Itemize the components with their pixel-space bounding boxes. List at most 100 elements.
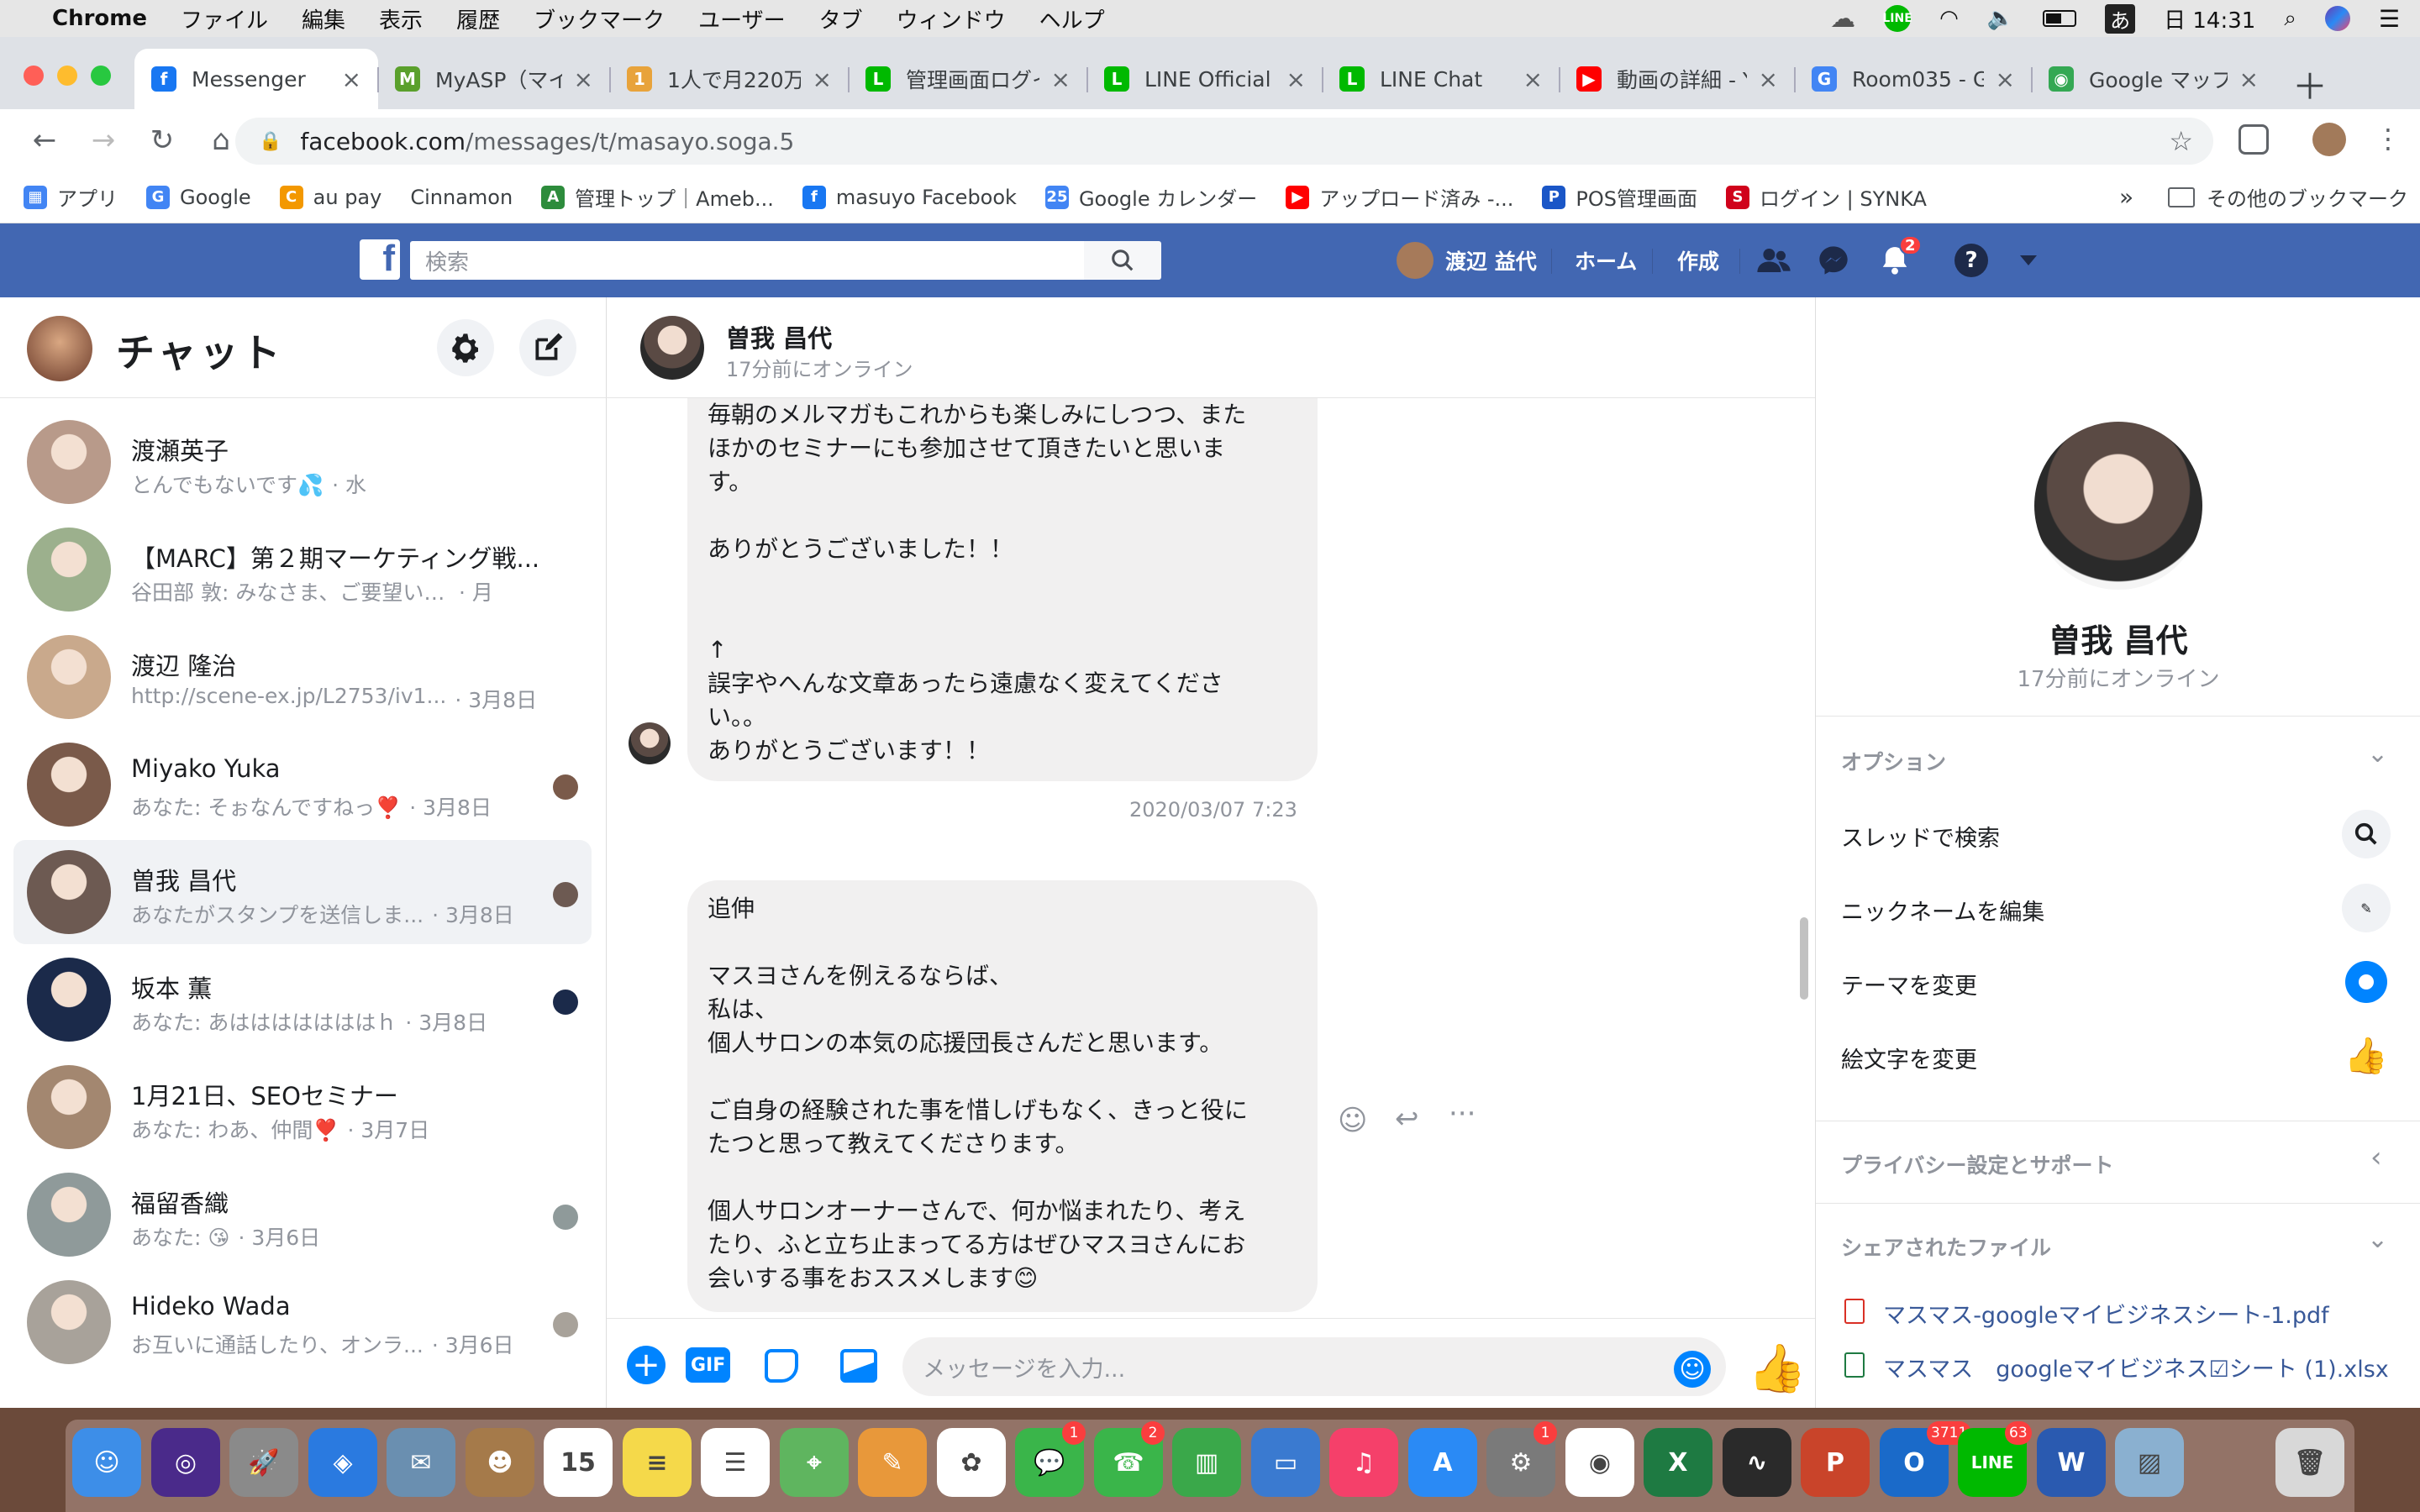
scrollbar-thumb[interactable]: [1800, 917, 1808, 1000]
bookmark-star-icon[interactable]: ☆: [2169, 125, 2193, 157]
menu-bookmarks[interactable]: ブックマーク: [534, 3, 665, 34]
chevron-down-icon[interactable]: ⌄: [2367, 739, 2388, 769]
extension-icon[interactable]: [2238, 124, 2269, 155]
wifi-icon[interactable]: ◠: [1939, 6, 1959, 31]
react-emoji-icon[interactable]: ☺: [1338, 1104, 1367, 1137]
thumbs-up-icon[interactable]: 👍: [2342, 1032, 2391, 1080]
fb-create-link[interactable]: 作成: [1677, 244, 1719, 277]
browser-tab[interactable]: L 管理画面ログイ ×: [849, 49, 1087, 109]
theme-color-icon[interactable]: [2342, 958, 2391, 1006]
tab-close-icon[interactable]: ×: [1759, 66, 1778, 93]
message-bubble[interactable]: 追伸 マスヨさんを例えるならば、 私は、 個人サロンの本気の応援団長さんだと思います。…: [687, 880, 1318, 1312]
menu-file[interactable]: ファイル: [181, 3, 268, 34]
conversation-item[interactable]: 【MARC】第２期マーケティング戦... 谷田部 敦: みなさま、ご要望いた...…: [13, 517, 592, 622]
info-avatar[interactable]: [2034, 422, 2202, 590]
message-list[interactable]: 毎朝のメルマガもこれからも楽しみにしつつ、また ほかのセミナーにも参加させて頂きた…: [607, 398, 1815, 1318]
dock-calendar-icon[interactable]: 15: [544, 1428, 613, 1497]
new-tab-button[interactable]: ＋: [2292, 59, 2328, 110]
bookmark-item[interactable]: f masuyo Facebook: [802, 185, 1017, 209]
menu-window[interactable]: ウィンドウ: [897, 3, 1006, 34]
dock-chrome-icon[interactable]: ◉: [1565, 1428, 1634, 1497]
pencil-icon[interactable]: ✎: [2342, 884, 2391, 932]
dock-keynote-icon[interactable]: ▭: [1251, 1428, 1320, 1497]
spotlight-icon[interactable]: ⌕: [2284, 6, 2296, 32]
chevron-down-icon[interactable]: ⌄: [2367, 1225, 2388, 1254]
message-bubble[interactable]: 毎朝のメルマガもこれからも楽しみにしつつ、また ほかのセミナーにも参加させて頂きた…: [687, 398, 1318, 781]
option-search-thread[interactable]: スレッドで検索: [1841, 820, 2000, 853]
menu-view[interactable]: 表示: [379, 3, 423, 34]
options-section-title[interactable]: オプション: [1841, 746, 1946, 776]
bookmark-item[interactable]: P POS管理画面: [1542, 182, 1697, 212]
photo-icon[interactable]: [840, 1349, 877, 1383]
conversation-item[interactable]: 曽我 昌代 あなたがスタンプを送信しま... · 3月8日: [13, 840, 592, 944]
dock-app-store-icon[interactable]: A: [1408, 1428, 1477, 1497]
menu-app-name[interactable]: Chrome: [52, 6, 147, 31]
bookmarks-overflow-icon[interactable]: »: [2119, 183, 2133, 211]
shared-files-section-title[interactable]: シェアされたファイル: [1841, 1231, 2051, 1262]
battery-icon[interactable]: [2043, 10, 2077, 27]
menu-help[interactable]: ヘルプ: [1039, 3, 1105, 34]
browser-tab[interactable]: L LINE Official A ×: [1087, 49, 1323, 109]
conversation-item[interactable]: 坂本 薫あなた: あはははははははｈ · 3月8日: [13, 948, 592, 1052]
browser-tab[interactable]: G Room035 - G ×: [1795, 49, 2032, 109]
notification-center-icon[interactable]: ☰: [2379, 5, 2400, 33]
friend-requests-icon[interactable]: [1756, 244, 1791, 277]
dock-music-icon[interactable]: ♫: [1329, 1428, 1398, 1497]
bookmark-item[interactable]: Cinnamon: [410, 186, 513, 209]
address-bar[interactable]: 🔒 facebook.com /messages/t/masayo.soga.5…: [235, 118, 2213, 165]
menu-edit[interactable]: 編集: [302, 3, 345, 34]
dock-maps-icon[interactable]: ⌖: [780, 1428, 849, 1497]
sticker-icon[interactable]: [765, 1349, 798, 1383]
bookmark-item[interactable]: G Google: [146, 185, 251, 209]
new-message-button[interactable]: [519, 319, 576, 376]
like-icon[interactable]: 👍: [1748, 1341, 1807, 1396]
account-menu-icon[interactable]: [2020, 244, 2037, 277]
more-actions-icon[interactable]: +: [627, 1346, 666, 1384]
shared-file-link[interactable]: マスマス googleマイビジネス☑シート (1).xlsx: [1883, 1351, 2389, 1383]
bookmark-item[interactable]: ▶ アップロード済み -...: [1286, 182, 1513, 212]
dock-photos-icon[interactable]: ✿: [937, 1428, 1006, 1497]
window-minimize-button[interactable]: [57, 66, 77, 86]
bookmark-item[interactable]: 25 Google カレンダー: [1044, 182, 1257, 212]
help-icon[interactable]: ?: [1954, 244, 1988, 277]
menu-tab[interactable]: タブ: [819, 3, 863, 34]
chrome-menu-icon[interactable]: ⋮: [2375, 123, 2402, 155]
facebook-logo-icon[interactable]: f: [360, 238, 400, 280]
menu-history[interactable]: 履歴: [456, 3, 500, 34]
shared-file-link[interactable]: マスマス-googleマイビジネスシート-1.pdf: [1883, 1297, 2329, 1330]
window-close-button[interactable]: [24, 66, 44, 86]
reply-icon[interactable]: ↩: [1395, 1102, 1419, 1136]
facebook-search-input[interactable]: 検索: [410, 241, 1084, 280]
dock-safari-icon[interactable]: ◈: [308, 1428, 377, 1497]
conversation-item[interactable]: 渡瀬英子 とんでもないです💦 · 水: [13, 410, 592, 514]
privacy-section-title[interactable]: プライバシー設定とサポート: [1841, 1149, 2114, 1179]
dock-activity-monitor-icon[interactable]: ∿: [1723, 1428, 1791, 1497]
conversation-item[interactable]: Miyako Yuka あなた: そぉなんですねっ❣️ · 3月8日: [13, 732, 592, 837]
profile-avatar[interactable]: [2312, 123, 2346, 156]
bookmark-item[interactable]: A 管理トップ｜Ameb...: [541, 182, 774, 212]
dock-preview-icon[interactable]: ▨: [2115, 1428, 2184, 1497]
chevron-left-icon[interactable]: ‹: [2370, 1141, 2382, 1174]
dock-excel-icon[interactable]: X: [1644, 1428, 1712, 1497]
dock-trash-icon[interactable]: 🗑: [2275, 1428, 2344, 1497]
message-input[interactable]: メッセージを入力...: [902, 1337, 1726, 1396]
menubar-clock[interactable]: 日 14:31: [2164, 3, 2255, 34]
dock-reminders-icon[interactable]: ☰: [701, 1428, 770, 1497]
volume-icon[interactable]: 🔈: [1987, 6, 2014, 31]
browser-tab[interactable]: ▶ 動画の詳細 - Y ×: [1560, 49, 1795, 109]
reload-icon[interactable]: ↻: [138, 116, 187, 165]
conversation-item[interactable]: Hideko Wada お互いに通話したり、オンラ... · 3月6日: [13, 1270, 592, 1374]
tab-close-icon[interactable]: ×: [813, 66, 832, 93]
bookmark-item[interactable]: Cau pay: [279, 185, 381, 209]
browser-tab[interactable]: M MyASP（マイ... ×: [378, 49, 610, 109]
settings-button[interactable]: [437, 319, 494, 376]
fb-profile-link[interactable]: 渡辺 益代: [1397, 242, 1537, 279]
dock-launchpad-icon[interactable]: 🚀: [229, 1428, 298, 1497]
dock-pages-icon[interactable]: ✎: [858, 1428, 927, 1497]
browser-tab[interactable]: L LINE Chat ×: [1323, 49, 1560, 109]
chat-partner-name[interactable]: 曽我 昌代: [726, 319, 832, 354]
dock-siri-icon[interactable]: ◎: [151, 1428, 220, 1497]
emoji-icon[interactable]: ☺: [1674, 1351, 1711, 1388]
other-bookmarks[interactable]: その他のブックマーク: [2168, 182, 2408, 212]
dock-contacts-icon[interactable]: ☻: [466, 1428, 534, 1497]
